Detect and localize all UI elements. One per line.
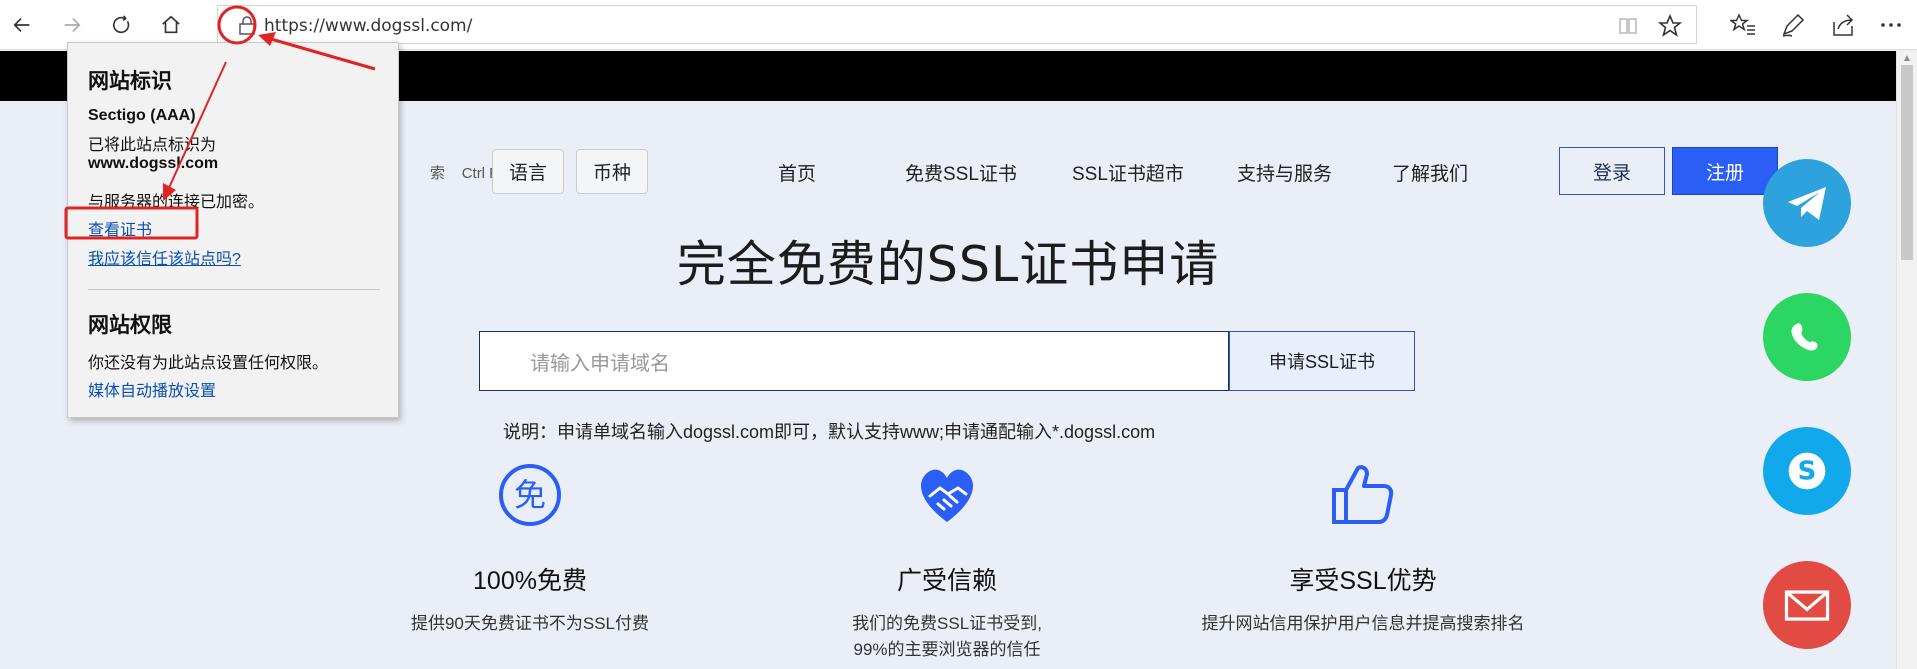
feature-free-title: 100%免费: [473, 567, 587, 595]
whatsapp-button[interactable]: [1763, 293, 1851, 381]
more-icon[interactable]: [1878, 12, 1904, 38]
svg-text:免: 免: [514, 476, 546, 514]
site-identity-popup: 网站标识 Sectigo (AAA) 已将此站点标识为 www.dogssl.c…: [67, 42, 399, 418]
feature-trusted: 广受信赖 我们的免费SSL证书受到, 99%的主要浏览器的信任: [737, 460, 1157, 663]
nav-home[interactable]: 首页: [778, 159, 816, 186]
identified-domain: www.dogssl.com: [88, 155, 219, 172]
whatsapp-icon: [1791, 323, 1818, 351]
refresh-button[interactable]: [106, 9, 138, 41]
home-button[interactable]: [155, 9, 187, 41]
favorites-list-icon[interactable]: [1730, 12, 1756, 38]
currency-button[interactable]: 币种: [576, 149, 648, 194]
login-button[interactable]: 登录: [1559, 147, 1665, 195]
free-badge-icon: 免: [499, 464, 561, 526]
usage-note: 说明：申请单域名输入dogssl.com即可，默认支持www;申请通配输入*.d…: [503, 422, 1156, 442]
view-certificate-link[interactable]: 查看证书: [88, 216, 152, 240]
url-text[interactable]: https://www.dogssl.com/: [264, 16, 472, 36]
apply-ssl-button[interactable]: 申请SSL证书: [1229, 331, 1415, 391]
scrollbar-thumb[interactable]: [1901, 65, 1913, 260]
forward-button[interactable]: [56, 9, 88, 41]
cert-issuer: Sectigo (AAA): [88, 107, 196, 124]
skype-icon: S: [1788, 452, 1826, 490]
page-scrollbar[interactable]: ▲: [1896, 51, 1917, 669]
address-bar[interactable]: https://www.dogssl.com/: [217, 5, 1697, 44]
reading-view-icon[interactable]: [1618, 16, 1638, 36]
scroll-up-icon[interactable]: ▲: [1902, 53, 1912, 64]
nav-support[interactable]: 支持与服务: [1237, 159, 1332, 186]
feature-free-desc: 提供90天免费证书不为SSL付费: [410, 614, 650, 633]
skype-button[interactable]: S: [1763, 427, 1851, 515]
feature-free: 免 100%免费 提供90天免费证书不为SSL付费: [320, 460, 740, 637]
svg-text:S: S: [1798, 457, 1817, 487]
thumbs-up-icon: [1332, 465, 1394, 524]
domain-input[interactable]: 请输入申请域名: [479, 331, 1229, 391]
pen-icon[interactable]: [1780, 12, 1806, 38]
feature-advantage-title: 享受SSL优势: [1289, 567, 1437, 595]
refresh-icon: [112, 15, 130, 34]
feature-advantage-desc: 提升网站信用保护用户信息并提高搜索排名: [1201, 614, 1525, 633]
permissions-text: 你还没有为此站点设置任何权限。: [88, 355, 329, 372]
register-button[interactable]: 注册: [1672, 147, 1778, 195]
media-autoplay-link[interactable]: 媒体自动播放设置: [88, 377, 216, 401]
lock-icon[interactable]: [238, 15, 256, 35]
permissions-title: 网站权限: [88, 314, 172, 337]
trust-site-link[interactable]: 我应该信任该站点吗?: [88, 245, 241, 269]
feature-advantage: 享受SSL优势 提升网站信用保护用户信息并提高搜索排名: [1153, 460, 1573, 637]
nav-free-ssl[interactable]: 免费SSL证书: [905, 159, 1017, 186]
email-icon: [1784, 590, 1830, 621]
feature-trusted-title: 广受信赖: [896, 567, 997, 595]
search-hint: 索 Ctrl F: [430, 165, 499, 182]
encrypted-text: 与服务器的连接已加密。: [88, 194, 265, 211]
favorite-star-icon[interactable]: [1658, 14, 1682, 38]
share-icon[interactable]: [1830, 12, 1856, 38]
telegram-button[interactable]: [1763, 159, 1851, 247]
back-button[interactable]: [6, 9, 38, 41]
feature-trusted-desc: 我们的免费SSL证书受到, 99%的主要浏览器的信任: [852, 614, 1042, 659]
back-arrow-icon: [13, 17, 30, 33]
telegram-icon: [1788, 187, 1826, 220]
language-button[interactable]: 语言: [492, 149, 564, 194]
identified-as-text: 已将此站点标识为: [88, 137, 217, 154]
nav-about[interactable]: 了解我们: [1392, 159, 1468, 186]
home-icon: [162, 15, 180, 34]
forward-arrow-icon: [64, 17, 81, 33]
popup-divider: [88, 289, 380, 290]
nav-ssl-market[interactable]: SSL证书超市: [1072, 159, 1184, 186]
email-button[interactable]: [1763, 561, 1851, 649]
handshake-heart-icon: [920, 469, 974, 522]
identity-title: 网站标识: [88, 70, 172, 93]
